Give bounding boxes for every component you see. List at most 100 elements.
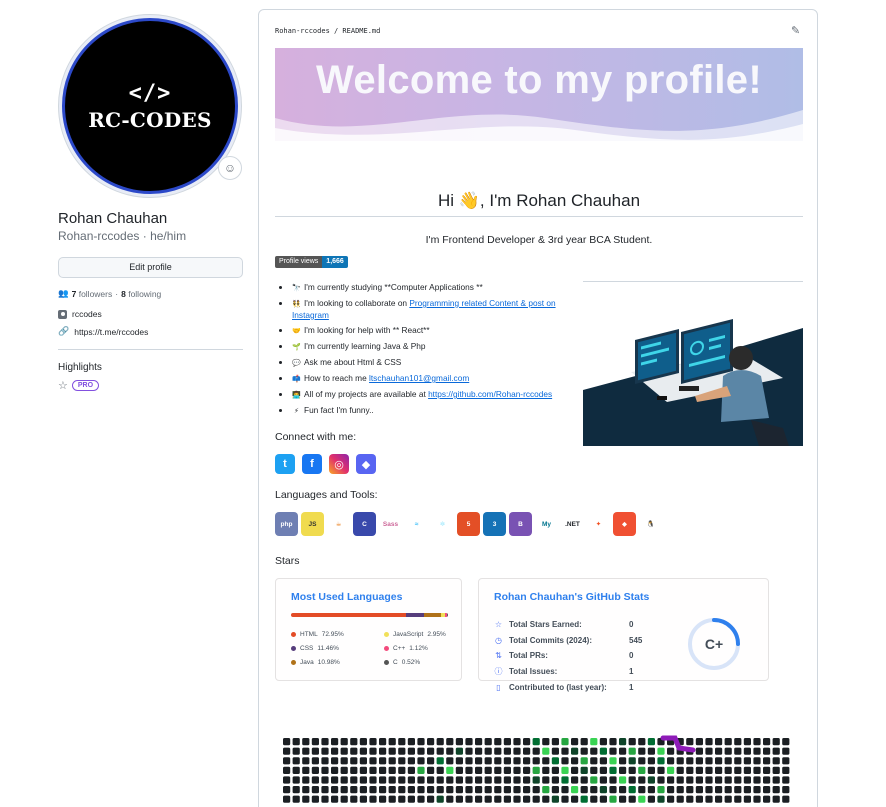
edit-profile-button[interactable]: Edit profile	[58, 257, 243, 278]
email-link[interactable]: ltschauhan101@gmail.com	[369, 373, 469, 383]
linux-icon[interactable]: 🐧	[639, 512, 662, 536]
tailwind-icon[interactable]: ≈	[405, 512, 428, 536]
react-icon[interactable]: ⚛	[431, 512, 454, 536]
contribution-cell	[724, 786, 732, 794]
contribution-cell	[379, 738, 387, 746]
readme-heading: Hi 👋, I'm Rohan Chauhan	[437, 191, 641, 210]
contribution-cell	[753, 747, 761, 755]
github-projects-link[interactable]: https://github.com/Rohan-rccodes	[428, 389, 552, 399]
contribution-cell	[686, 766, 694, 774]
profile-views-badge: Profile views 1,666	[275, 256, 348, 268]
avatar[interactable]: </> RC-CODES	[58, 14, 242, 198]
contribution-cell	[369, 795, 377, 803]
grade-label: C+	[704, 636, 724, 652]
contribution-cell	[551, 776, 559, 784]
c-icon[interactable]: C	[353, 512, 376, 536]
contribution-cell	[398, 776, 406, 784]
contribution-cell	[647, 766, 655, 774]
discord-icon[interactable]: ◆	[356, 454, 376, 474]
javascript-icon[interactable]: JS	[301, 512, 324, 536]
following-link[interactable]: 8 following	[121, 289, 161, 299]
java-icon[interactable]: ☕	[327, 512, 350, 536]
contribution-cell	[340, 776, 348, 784]
set-status-smiley-icon[interactable]: ☺	[218, 156, 242, 180]
contribution-cell	[311, 776, 319, 784]
pro-badge[interactable]: PRO	[71, 380, 100, 391]
contribution-cell	[763, 738, 771, 746]
contribution-cell	[763, 795, 771, 803]
contribution-cell	[494, 747, 502, 755]
readme-path[interactable]: Rohan-rccodes / README.md	[275, 27, 380, 35]
contribution-cell	[676, 776, 684, 784]
contribution-cell	[379, 795, 387, 803]
facebook-icon[interactable]: f	[302, 454, 322, 474]
contribution-cell	[331, 766, 339, 774]
contribution-cell	[446, 766, 454, 774]
contribution-cell	[580, 776, 588, 784]
html5-icon[interactable]: 5	[457, 512, 480, 536]
contribution-cell	[465, 795, 473, 803]
contribution-cell	[417, 786, 425, 794]
bootstrap-icon[interactable]: B	[509, 512, 532, 536]
php-icon[interactable]: php	[275, 512, 298, 536]
contribution-cell	[590, 757, 598, 765]
contribution-cell	[599, 795, 607, 803]
figma-icon[interactable]: ✦	[587, 512, 610, 536]
contribution-cell	[369, 776, 377, 784]
contribution-cell	[638, 757, 646, 765]
contribution-cell	[542, 738, 550, 746]
contribution-cell	[455, 757, 463, 765]
contribution-cell	[599, 738, 607, 746]
telescope-icon: 🔭	[292, 285, 301, 292]
contribution-cell	[772, 795, 780, 803]
contribution-cell	[686, 795, 694, 803]
contribution-cell	[590, 747, 598, 755]
pencil-icon[interactable]: ✎	[791, 24, 800, 37]
website-row: 🔗 https://t.me/rccodes	[58, 326, 244, 337]
contribution-cell	[302, 738, 310, 746]
twitter-icon[interactable]: t	[275, 454, 295, 474]
list-item: 📫 How to reach me ltschauhan101@gmail.com	[275, 373, 587, 385]
contribution-cell	[743, 757, 751, 765]
contribution-cell	[609, 747, 617, 755]
pro-highlight: ☆ PRO	[58, 379, 244, 392]
contribution-cell	[561, 738, 569, 746]
contribution-cell	[359, 786, 367, 794]
contribution-cell	[475, 747, 483, 755]
connect-heading: Connect with me:	[275, 431, 357, 443]
contribution-cell	[571, 738, 579, 746]
contribution-cell	[503, 795, 511, 803]
dotnet-icon[interactable]: .NET	[561, 512, 584, 536]
contribution-cell	[446, 795, 454, 803]
languages-legend: HTML 72.95% JavaScript 2.95% CSS 11.46% C++…	[291, 631, 448, 666]
contribution-cell	[311, 786, 319, 794]
language-dot	[384, 632, 389, 637]
contribution-cell	[763, 786, 771, 794]
sass-icon[interactable]: Sass	[379, 512, 402, 536]
contribution-cell	[302, 766, 310, 774]
contribution-cell	[599, 776, 607, 784]
contribution-cell	[503, 766, 511, 774]
contribution-cell	[734, 766, 742, 774]
instagram-icon[interactable]: ◎	[329, 454, 349, 474]
contribution-cell	[465, 786, 473, 794]
contribution-cell	[436, 795, 444, 803]
language-dot	[291, 632, 296, 637]
mysql-icon[interactable]: My	[535, 512, 558, 536]
website-link[interactable]: https://t.me/rccodes	[74, 327, 148, 337]
contribution-cell	[523, 776, 531, 784]
followers-link[interactable]: 7 followers	[72, 289, 113, 299]
contribution-cell	[398, 747, 406, 755]
contribution-cell	[782, 757, 790, 765]
css3-icon[interactable]: 3	[483, 512, 506, 536]
contribution-cell	[542, 747, 550, 755]
contribution-cell	[619, 776, 627, 784]
contribution-cell	[609, 766, 617, 774]
git-icon[interactable]: ◆	[613, 512, 636, 536]
contribution-cell	[446, 738, 454, 746]
contribution-cell	[695, 757, 703, 765]
contribution-cell	[379, 776, 387, 784]
heading-rule	[275, 216, 803, 217]
contribution-cell	[782, 786, 790, 794]
language-item: HTML 72.95%	[291, 631, 384, 638]
